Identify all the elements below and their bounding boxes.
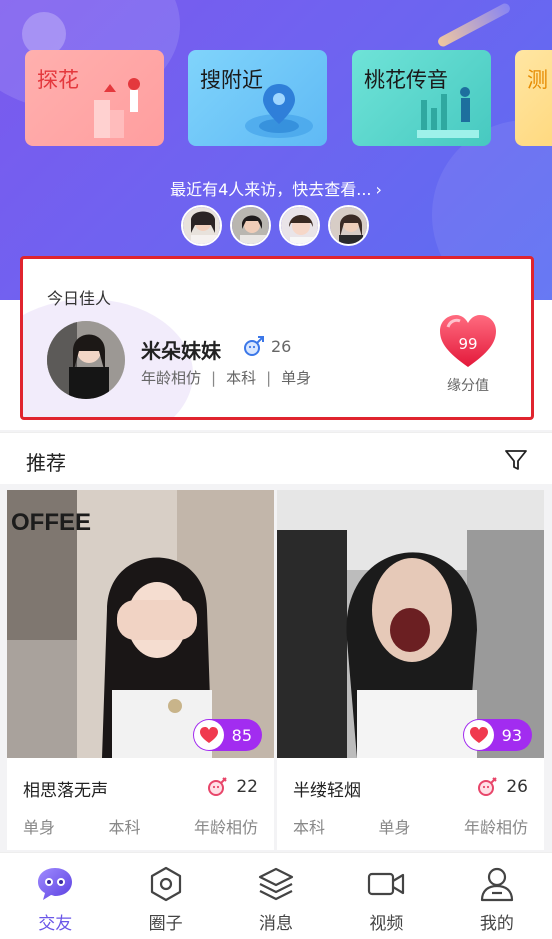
male-icon: [244, 336, 264, 356]
tag: 单身: [281, 369, 312, 387]
score-badge: 93: [462, 719, 532, 751]
feature-card-voice[interactable]: 桃花传音: [352, 50, 491, 146]
today-featured-card[interactable]: 今日佳人 米朵妹妹 26 年龄相仿 | 本科 | 单身 99 缘分值: [20, 256, 534, 420]
profile-card[interactable]: OFFEE 85 相思落无声 22 单身 本科 年龄相仿: [7, 490, 274, 850]
match-score-label: 缘分值: [447, 378, 489, 394]
layers-icon: [258, 867, 294, 901]
recent-visitors-link[interactable]: 最近有4人来访，快去查看... ›: [0, 176, 552, 200]
tag: 本科: [108, 818, 141, 837]
filter-icon[interactable]: [504, 448, 528, 472]
avatar[interactable]: [279, 205, 320, 246]
decor-streak: [436, 1, 512, 49]
nav-label: 交友: [38, 914, 73, 934]
tag-separator: |: [211, 369, 217, 387]
profile-tags: 单身 本科 年龄相仿: [7, 814, 274, 838]
today-age: 26: [271, 336, 292, 356]
svg-text:OFFEE: OFFEE: [11, 509, 91, 536]
female-icon: [478, 777, 498, 796]
profile-photo: OFFEE: [7, 490, 274, 758]
tag: 本科: [226, 369, 257, 387]
profile-photo: [277, 490, 544, 758]
score-value: 93: [501, 725, 522, 745]
visitor-avatars[interactable]: [181, 205, 369, 246]
tag: 年龄相仿: [463, 818, 528, 837]
video-icon: [368, 872, 405, 896]
illustration-icon: [94, 78, 140, 138]
avatar[interactable]: [328, 205, 369, 246]
bottom-nav: 交友 圈子 消息 视频 我的: [0, 852, 552, 939]
tag: 年龄相仿: [141, 369, 202, 387]
avatar[interactable]: [230, 205, 271, 246]
tag: 单身: [378, 818, 411, 837]
nav-label: 视频: [369, 914, 404, 934]
profile-age: 22: [236, 777, 258, 797]
score-value: 85: [231, 725, 252, 745]
gender-age: 26: [243, 335, 291, 357]
section-title: 推荐: [26, 451, 66, 475]
person-icon: [480, 867, 513, 902]
profile-card[interactable]: 93 半缕轻烟 26 本科 单身 年龄相仿: [277, 490, 544, 850]
feature-label: 测: [527, 68, 548, 92]
gender-age: 22: [206, 776, 258, 798]
tag-separator: |: [266, 369, 272, 387]
nav-item-friends[interactable]: 交友: [0, 853, 110, 939]
tag: 本科: [293, 818, 326, 837]
location-pin-icon: [245, 84, 313, 138]
gender-age: 26: [476, 776, 528, 798]
profile-name: 半缕轻烟: [293, 781, 361, 801]
avatar[interactable]: [181, 205, 222, 246]
profile-age: 26: [506, 777, 528, 797]
nav-item-video[interactable]: 视频: [331, 853, 441, 939]
avatar[interactable]: [47, 321, 125, 399]
heart-icon: [199, 727, 218, 743]
recommend-header: 推荐: [0, 432, 552, 484]
feature-label: 探花: [37, 68, 79, 92]
chevron-right-icon: ›: [375, 180, 382, 199]
chat-face-icon: [38, 868, 73, 900]
feature-card-nearby[interactable]: 搜附近: [188, 50, 327, 146]
nav-item-me[interactable]: 我的: [442, 853, 552, 939]
today-title: 今日佳人: [47, 289, 112, 308]
feature-card-tanhua[interactable]: 探花: [25, 50, 164, 146]
hero-banner: 探花 搜附近 桃花传音 测 最近有4人来访，快去查看... ›: [0, 0, 552, 300]
match-score-value: 99: [458, 335, 478, 353]
heart-icon: [469, 727, 488, 743]
tag: 年龄相仿: [193, 818, 258, 837]
nav-label: 圈子: [148, 914, 183, 934]
score-badge: 85: [192, 719, 262, 751]
female-icon: [208, 777, 228, 796]
today-tags: 年龄相仿 | 本科 | 单身: [141, 367, 311, 388]
today-name: 米朵妹妹: [141, 339, 221, 363]
visit-text: 最近有4人来访，快去查看...: [170, 180, 372, 199]
tag: 单身: [23, 818, 56, 837]
nav-item-messages[interactable]: 消息: [221, 853, 331, 939]
profile-name: 相思落无声: [23, 781, 108, 801]
nav-item-circle[interactable]: 圈子: [110, 853, 220, 939]
profile-tags: 本科 单身 年龄相仿: [277, 814, 544, 838]
nav-label: 消息: [259, 914, 294, 934]
feature-card-test[interactable]: 测: [515, 50, 552, 146]
nav-label: 我的: [479, 914, 514, 934]
hexagon-icon: [150, 866, 181, 902]
match-score[interactable]: 99 缘分值: [433, 313, 503, 395]
illustration-icon: [417, 87, 479, 138]
